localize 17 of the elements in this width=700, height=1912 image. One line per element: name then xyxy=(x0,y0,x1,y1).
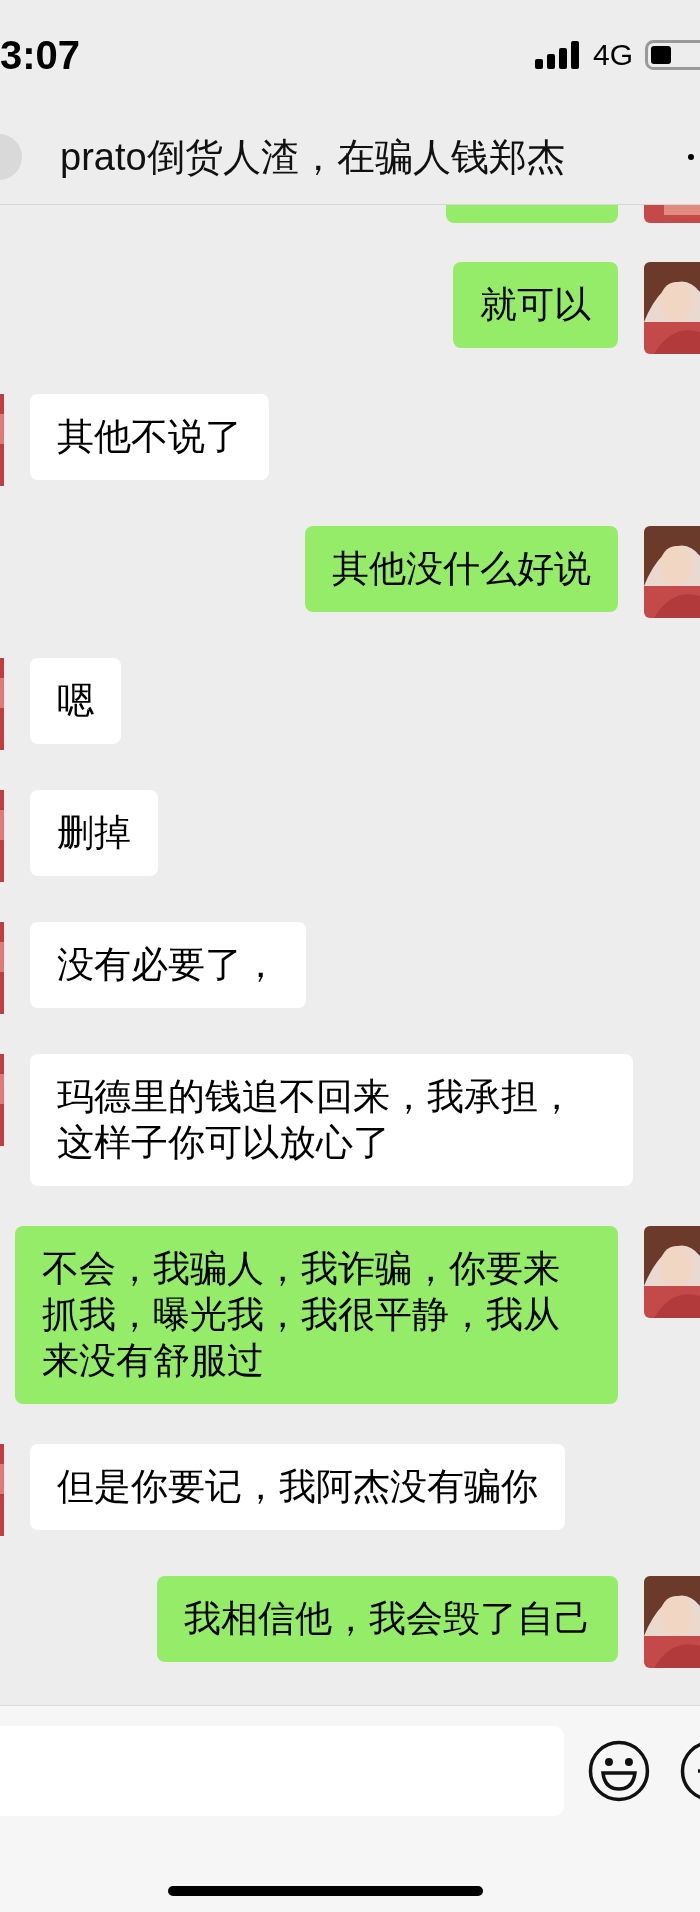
status-time: 3:07 xyxy=(0,35,81,75)
signal-icon xyxy=(534,41,581,69)
message-bubble: 玛德里的钱追不回来，我承担，这样子你可以放心了 xyxy=(30,1054,633,1186)
add-icon[interactable] xyxy=(680,1740,700,1802)
message-bubble: 删掉 xyxy=(30,790,158,876)
message-bubble: 其他不说了 xyxy=(30,394,269,480)
message-bubble: 就可以 xyxy=(453,262,618,348)
message-bubble: 我相信他，我会毁了自己 xyxy=(157,1576,618,1662)
battery-icon xyxy=(645,40,700,70)
message-bubble: 不会，我骗人，我诈骗，你要来抓我，曝光我，我很平静，我从来没有舒服过 xyxy=(15,1226,618,1404)
message-bubble: 没有必要了， xyxy=(30,922,306,1008)
emoji-icon[interactable] xyxy=(588,1740,651,1802)
chat-title: prato倒货人渣，在骗人钱郑杰 xyxy=(60,134,565,180)
message-bubble: 但是你要记，我阿杰没有骗你 xyxy=(30,1444,565,1530)
network-type: 4G xyxy=(592,40,633,70)
message-bubble: 其他没什么好说 xyxy=(305,526,618,612)
message-bubble: 嗯 xyxy=(30,658,121,744)
